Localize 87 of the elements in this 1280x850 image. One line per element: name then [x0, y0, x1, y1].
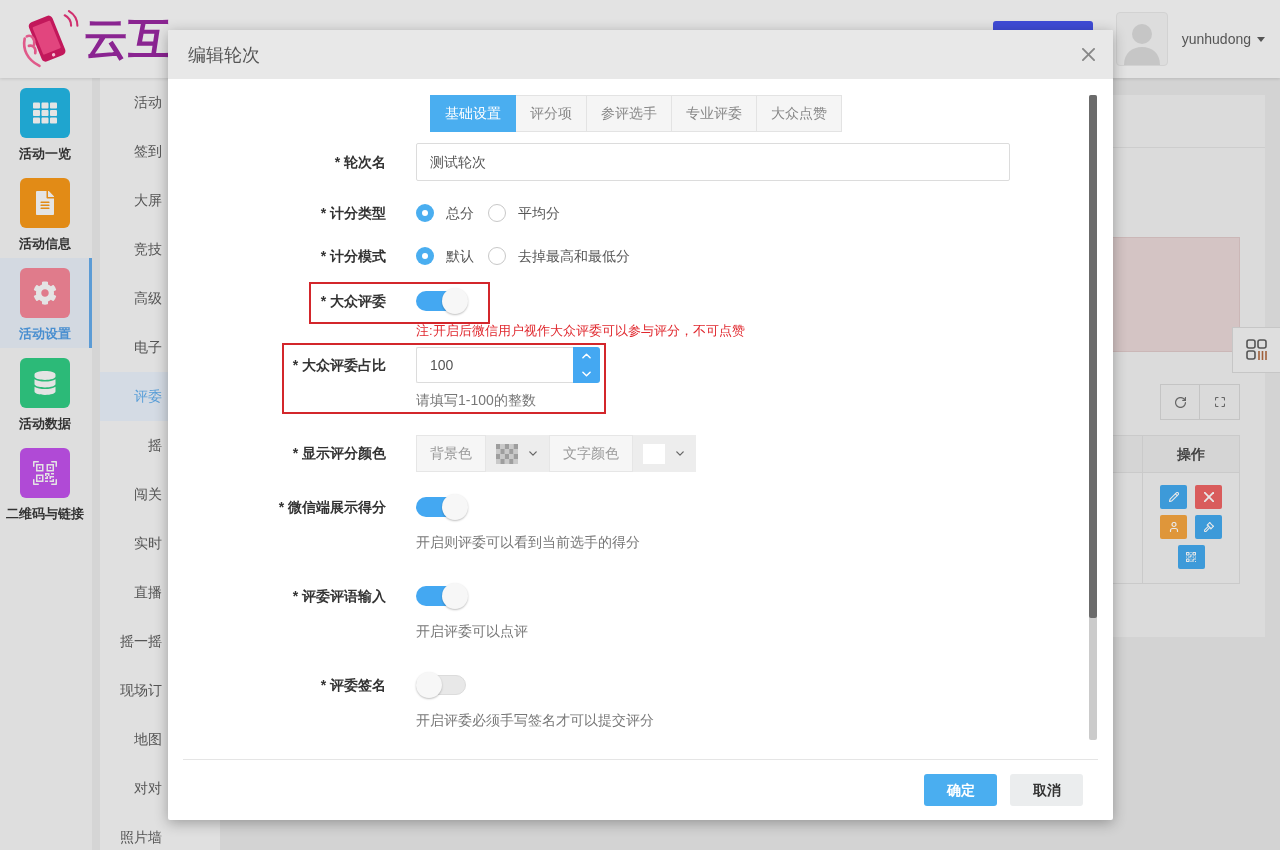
- tab[interactable]: 大众点赞: [755, 95, 842, 132]
- field-label: * 评委评语输入: [292, 587, 386, 606]
- increment-button[interactable]: [573, 347, 600, 365]
- field-label: * 微信端展示得分: [278, 498, 386, 517]
- submenu-item[interactable]: 活动: [100, 78, 220, 127]
- tab[interactable]: 参评选手: [585, 95, 672, 132]
- submenu-item[interactable]: 现场订: [100, 666, 220, 715]
- tab[interactable]: 专业评委: [670, 95, 757, 132]
- hint-text: 开启则评委可以看到当前选手的得分: [416, 533, 640, 552]
- modal-title: 编辑轮次: [188, 43, 260, 67]
- qr-code-button[interactable]: [1177, 545, 1205, 569]
- transparent-swatch-icon: [496, 443, 518, 464]
- chevron-down-icon: [676, 451, 684, 456]
- logo-text: 云互: [84, 14, 172, 64]
- refresh-icon: [1174, 396, 1186, 408]
- submenu-item[interactable]: 摇一摇: [100, 617, 220, 666]
- scrollbar-track[interactable]: [1089, 95, 1097, 740]
- caret-down-icon[interactable]: [1257, 36, 1265, 42]
- field-label: * 轮次名: [334, 153, 386, 172]
- hint-text: 请填写1-100的整数: [416, 391, 536, 410]
- submenu-item[interactable]: 地图: [100, 715, 220, 764]
- gavel-button[interactable]: [1195, 515, 1222, 539]
- radio-option[interactable]: 默认: [416, 246, 474, 266]
- submenu-item[interactable]: 高级: [100, 274, 220, 323]
- color-picker-button[interactable]: [486, 435, 549, 472]
- addon-label: 背景色: [416, 435, 486, 472]
- radio-option[interactable]: 总分: [416, 203, 474, 223]
- tab[interactable]: 评分项: [514, 95, 587, 132]
- avatar-silhouette-icon: [1115, 12, 1168, 66]
- field-label: * 评委签名: [320, 676, 386, 695]
- submenu-item[interactable]: 照片墙: [100, 813, 220, 850]
- sidebar-item[interactable]: 二维码与链接: [0, 438, 92, 528]
- submenu-item[interactable]: 大屏: [100, 176, 220, 225]
- fullscreen-button[interactable]: [1200, 384, 1240, 420]
- text-field[interactable]: 测试轮次: [416, 143, 1010, 181]
- close-icon: [1203, 492, 1214, 502]
- delete-button[interactable]: [1195, 485, 1222, 509]
- number-field[interactable]: 100: [416, 347, 573, 383]
- chevron-down-icon: [582, 371, 591, 377]
- submenu-item[interactable]: 竞技: [100, 225, 220, 274]
- submenu-item[interactable]: 摇: [100, 421, 220, 470]
- user-button[interactable]: [1160, 515, 1187, 539]
- field-label: * 显示评分颜色: [292, 444, 386, 463]
- scrollbar-thumb[interactable]: [1089, 95, 1097, 618]
- toggle-switch[interactable]: [416, 494, 468, 520]
- sidebar-item[interactable]: 活动数据: [0, 348, 92, 438]
- refresh-button[interactable]: [1160, 384, 1200, 420]
- addon-label: 文字颜色: [549, 435, 633, 472]
- hint-text: 开启评委可以点评: [416, 622, 528, 641]
- submenu-item[interactable]: 对对: [100, 764, 220, 813]
- chevron-up-icon: [582, 353, 591, 359]
- submenu-item[interactable]: 电子: [100, 323, 220, 372]
- radio-option[interactable]: 去掉最高和最低分: [488, 246, 630, 266]
- field-label: * 大众评委: [320, 292, 386, 311]
- user-icon: [1168, 522, 1179, 532]
- phone-in-hand-logo-icon: [20, 10, 80, 68]
- submenu-item[interactable]: 实时: [100, 519, 220, 568]
- sidebar-item[interactable]: 活动信息: [0, 168, 92, 258]
- decrement-button[interactable]: [573, 365, 600, 383]
- toggle-switch[interactable]: [416, 288, 468, 314]
- submenu-item[interactable]: 闯关: [100, 470, 220, 519]
- edit-button[interactable]: [1160, 485, 1187, 509]
- header-button[interactable]: [992, 21, 1093, 30]
- hint-text: 开启评委必须手写签名才可以提交评分: [416, 711, 654, 730]
- username[interactable]: yunhudong: [1181, 28, 1251, 50]
- sidebar-item[interactable]: 活动一览: [0, 78, 92, 168]
- toggle-switch[interactable]: [416, 672, 468, 698]
- close-icon: [1081, 48, 1095, 61]
- toggle-switch[interactable]: [416, 583, 468, 609]
- fullscreen-icon: [1214, 397, 1225, 407]
- cancel-button[interactable]: 取消: [1010, 774, 1083, 806]
- chevron-down-icon: [529, 451, 537, 456]
- field-label: * 计分模式: [320, 247, 386, 266]
- close-button[interactable]: [1081, 47, 1095, 62]
- pencil-icon: [1168, 492, 1179, 502]
- field-label: * 计分类型: [320, 204, 386, 223]
- field-label: * 大众评委占比: [292, 356, 386, 375]
- gavel-icon: [1203, 522, 1214, 532]
- submenu-item[interactable]: 签到: [100, 127, 220, 176]
- layout-button[interactable]: [1232, 327, 1280, 373]
- table-header-cell: 操作: [1143, 436, 1239, 472]
- submenu-item[interactable]: 直播: [100, 568, 220, 617]
- radio-option[interactable]: 平均分: [488, 203, 560, 223]
- grid-layout-icon: [1245, 339, 1268, 361]
- note-text: 注:开启后微信用户视作大众评委可以参与评分，不可点赞: [416, 322, 745, 340]
- color-picker-button[interactable]: [633, 435, 696, 472]
- qr-code-icon: [1186, 552, 1196, 562]
